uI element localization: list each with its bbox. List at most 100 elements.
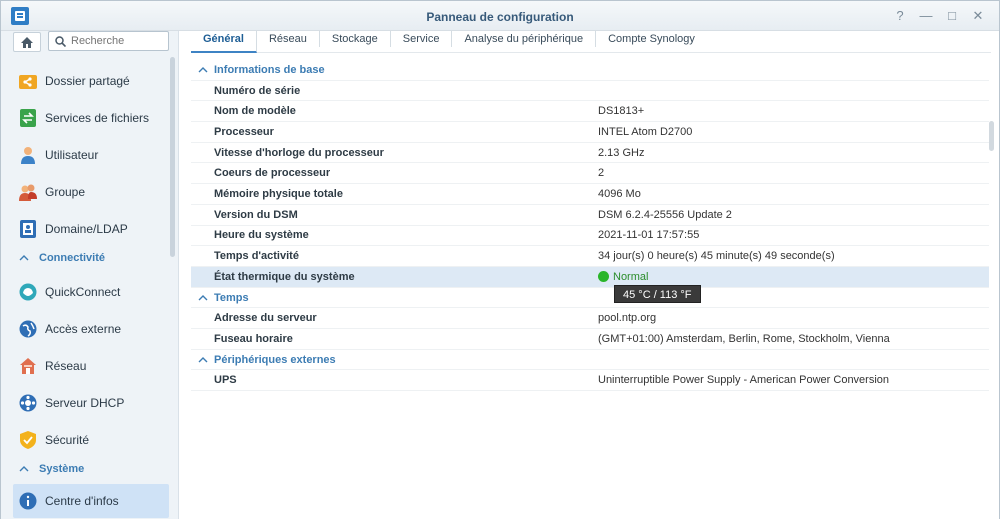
row-value: (GMT+01:00) Amsterdam, Berlin, Rome, Sto… <box>598 332 890 345</box>
close-button[interactable]: ✕ <box>967 7 989 25</box>
table-row: Heure du système 2021-11-01 17:57:55 <box>191 226 989 247</box>
row-key: Nom de modèle <box>214 105 296 118</box>
group-icon <box>19 183 37 201</box>
sidebar-item-label: Services de fichiers <box>45 111 150 125</box>
row-value: 2021-11-01 17:57:55 <box>598 229 700 242</box>
row-key: Coeurs de processeur <box>214 167 331 180</box>
row-key: Vitesse d'horloge du processeur <box>214 146 384 159</box>
sidebar-item-label: Serveur DHCP <box>45 396 125 410</box>
sidebar-item-security[interactable]: Sécurité <box>13 423 169 457</box>
sidebar-item-file-services[interactable]: Services de fichiers <box>13 101 169 135</box>
table-row: Coeurs de processeur 2 <box>191 164 989 185</box>
sidebar-item-label: Réseau <box>45 359 87 373</box>
table-row: Nom de modèle DS1813+ <box>191 101 989 123</box>
row-key: UPS <box>214 374 237 387</box>
table-row: Processeur INTEL Atom D2700 <box>191 122 989 143</box>
dhcp-icon <box>19 394 37 412</box>
section-label: Système <box>39 463 85 475</box>
table-row: Adresse du serveur pool.ntp.org <box>191 308 989 330</box>
temperature-tooltip: 45 °C / 113 °F <box>614 285 701 303</box>
row-value: Uninterruptible Power Supply - American … <box>598 374 890 387</box>
group-title: Périphériques externes <box>214 353 336 366</box>
table-row: Fuseau horaire (GMT+01:00) Amsterdam, Be… <box>191 329 989 350</box>
minimize-button[interactable]: — <box>915 7 937 25</box>
row-value: INTEL Atom D2700 <box>598 125 693 138</box>
sidebar-scrollbar[interactable] <box>170 57 175 257</box>
external-access-icon <box>19 320 37 338</box>
window-title: Panneau de configuration <box>426 10 574 24</box>
sidebar-item-network[interactable]: Réseau <box>13 349 169 383</box>
sidebar-item-label: Domaine/LDAP <box>45 222 128 236</box>
thermal-status: Normal <box>613 270 649 283</box>
control-panel-window: Panneau de configuration ? — □ ✕ Recherc… <box>0 0 1000 519</box>
group-header-external-devices[interactable]: Périphériques externes <box>191 350 989 371</box>
row-value: Normal <box>598 270 649 283</box>
sidebar-item-domain-ldap[interactable]: Domaine/LDAP <box>13 212 169 246</box>
chevron-up-icon <box>198 292 208 304</box>
content-scrollbar[interactable] <box>989 121 994 151</box>
section-label: Connectivité <box>39 252 106 264</box>
home-button[interactable] <box>13 32 41 52</box>
row-key: Adresse du serveur <box>214 312 317 325</box>
info-icon <box>19 492 37 510</box>
section-system[interactable]: Système <box>13 459 169 479</box>
tab-device-analysis[interactable]: Analyse du périphérique <box>452 31 597 47</box>
shared-folder-icon <box>19 72 37 90</box>
sidebar-item-group[interactable]: Groupe <box>13 175 169 209</box>
tab-general[interactable]: Général <box>191 31 257 53</box>
table-row: Numéro de série <box>191 81 989 102</box>
home-icon <box>21 36 33 48</box>
table-row-thermal[interactable]: État thermique du système Normal <box>191 267 989 288</box>
sidebar-item-label: QuickConnect <box>45 285 121 299</box>
table-row: Version du DSM DSM 6.2.4-25556 Update 2 <box>191 205 989 226</box>
row-value: 2 <box>598 167 605 180</box>
row-value: 4096 Mo <box>598 188 641 201</box>
row-key: Heure du système <box>214 229 309 242</box>
help-button[interactable]: ? <box>889 7 911 25</box>
sidebar-item-user[interactable]: Utilisateur <box>13 138 169 172</box>
main-panel: Général Réseau Stockage Service Analyse … <box>179 31 999 519</box>
row-key: Mémoire physique totale <box>214 188 343 201</box>
sidebar-item-label: Dossier partagé <box>45 74 130 88</box>
sidebar-item-label: Sécurité <box>45 433 90 447</box>
row-key: Numéro de série <box>214 84 301 97</box>
table-row: Temps d'activité 34 jour(s) 0 heure(s) 4… <box>191 246 989 267</box>
sidebar-item-shared-folder[interactable]: Dossier partagé <box>13 64 169 98</box>
tab-synology-account[interactable]: Compte Synology <box>596 31 707 47</box>
group-title: Temps <box>214 291 249 304</box>
sidebar-item-info-center[interactable]: Centre d'infos <box>13 484 169 518</box>
row-value: 2.13 GHz <box>598 146 645 159</box>
search-box[interactable] <box>48 31 169 51</box>
group-header-basic-info[interactable]: Informations de base <box>191 60 989 81</box>
tab-bar: Général Réseau Stockage Service Analyse … <box>191 31 991 53</box>
table-row: UPS Uninterruptible Power Supply - Ameri… <box>191 371 989 392</box>
chevron-up-icon <box>198 64 208 76</box>
section-connectivity[interactable]: Connectivité <box>13 248 169 268</box>
tab-network[interactable]: Réseau <box>257 31 320 47</box>
sidebar-item-label: Groupe <box>45 185 86 199</box>
row-value: DS1813+ <box>598 105 645 118</box>
group-header-time[interactable]: Temps <box>191 288 989 309</box>
table-row: Mémoire physique totale 4096 Mo <box>191 184 989 205</box>
sidebar-item-label: Centre d'infos <box>45 494 119 508</box>
user-icon <box>19 146 37 164</box>
sidebar-item-dhcp-server[interactable]: Serveur DHCP <box>13 386 169 420</box>
row-key: Processeur <box>214 125 274 138</box>
table-row: Vitesse d'horloge du processeur 2.13 GHz <box>191 143 989 164</box>
network-icon <box>19 357 37 375</box>
file-services-icon <box>19 109 37 127</box>
title-bar: Panneau de configuration ? — □ ✕ <box>1 1 999 31</box>
row-key: État thermique du système <box>214 270 355 283</box>
maximize-button[interactable]: □ <box>941 7 963 25</box>
shield-icon <box>19 431 37 449</box>
status-ok-icon <box>598 270 609 282</box>
search-input[interactable] <box>71 34 165 48</box>
sidebar-item-external-access[interactable]: Accès externe <box>13 312 169 346</box>
tab-storage[interactable]: Stockage <box>320 31 391 47</box>
row-value: 34 jour(s) 0 heure(s) 45 minute(s) 49 se… <box>598 250 835 263</box>
quickconnect-icon <box>19 283 37 301</box>
sidebar-item-label: Utilisateur <box>45 148 99 162</box>
row-key: Version du DSM <box>214 208 298 221</box>
sidebar-item-quickconnect[interactable]: QuickConnect <box>13 275 169 309</box>
tab-service[interactable]: Service <box>391 31 453 47</box>
